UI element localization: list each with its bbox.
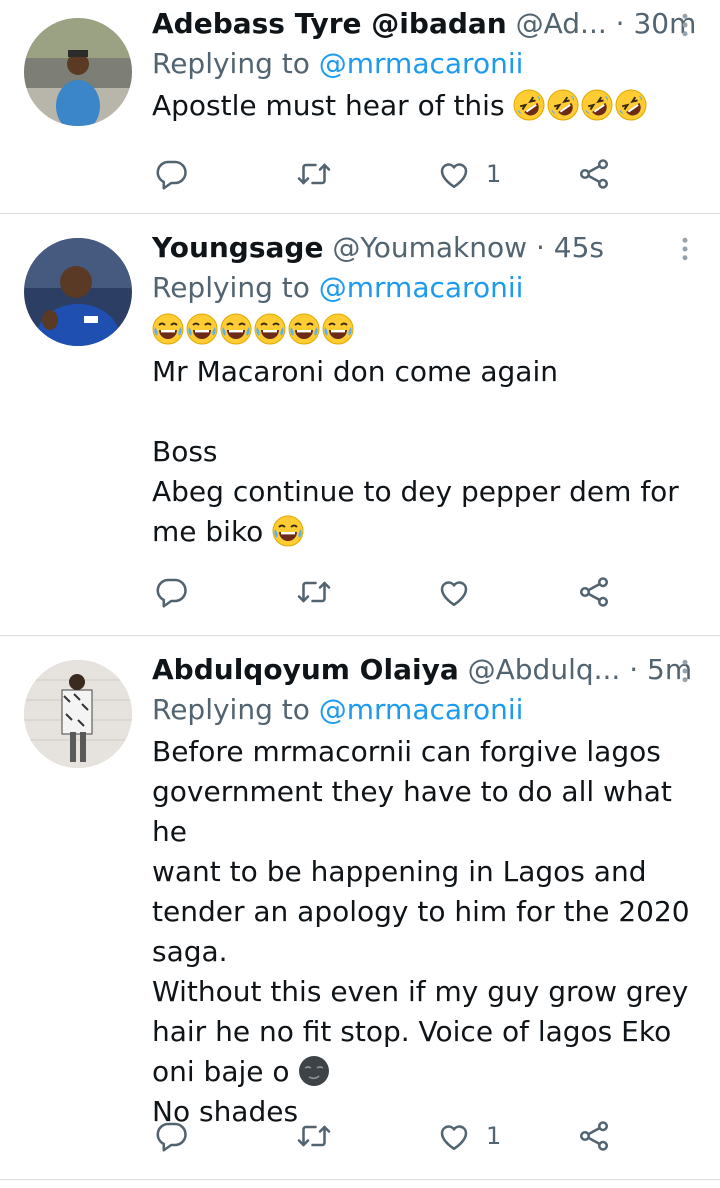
like-icon — [436, 156, 472, 192]
reply-button[interactable] — [154, 154, 190, 194]
replying-to: Replying to @mrmacaronii — [152, 268, 700, 308]
reply-icon — [154, 156, 190, 192]
like-button[interactable]: 1 — [436, 154, 501, 194]
tweet-emoji-line — [152, 310, 700, 350]
like-count: 1 — [486, 1122, 502, 1150]
more-options-icon[interactable] — [670, 10, 700, 40]
face-with-tears-of-joy-icon — [186, 313, 218, 345]
like-count: 1 — [486, 160, 502, 188]
share-button[interactable] — [576, 154, 612, 194]
more-options-icon[interactable] — [670, 234, 700, 264]
replying-prefix: Replying to — [152, 693, 319, 726]
retweet-button[interactable] — [296, 572, 332, 612]
retweet-button[interactable] — [296, 154, 332, 194]
tweet-actions — [152, 572, 622, 612]
user-handle[interactable]: @Abdulq... — [468, 653, 621, 686]
share-icon — [576, 574, 612, 610]
avatar[interactable] — [24, 18, 132, 126]
retweet-button[interactable] — [296, 1116, 332, 1156]
replies-feed: Adebass Tyre @ibadan @Ad... · 30m Replyi… — [0, 0, 720, 1180]
more-options-icon[interactable] — [670, 656, 700, 686]
retweet-icon — [296, 1118, 332, 1154]
display-name[interactable]: Youngsage — [152, 231, 323, 264]
tweet-text-content: Mr Macaroni don come again Boss Abeg con… — [152, 355, 679, 548]
retweet-icon — [296, 574, 332, 610]
face-with-tears-of-joy-icon — [272, 515, 304, 547]
replying-to-handle[interactable]: @mrmacaronii — [319, 47, 524, 80]
share-button[interactable] — [576, 1116, 612, 1156]
share-icon — [576, 156, 612, 192]
like-button[interactable]: 1 — [436, 1116, 501, 1156]
tweet-text: Before mrmacornii can forgive lagos gove… — [152, 732, 700, 1132]
reply-tweet[interactable]: Abdulqoyum Olaiya @Abdulq... · 5m Replyi… — [0, 636, 720, 1180]
retweet-icon — [296, 156, 332, 192]
reply-icon — [154, 574, 190, 610]
like-icon — [436, 574, 472, 610]
replying-to: Replying to @mrmacaronii — [152, 44, 700, 84]
display-name[interactable]: Abdulqoyum Olaiya — [152, 653, 459, 686]
reply-button[interactable] — [154, 1116, 190, 1156]
tweet-header: Adebass Tyre @ibadan @Ad... · 30m — [152, 6, 700, 42]
face-with-tears-of-joy-icon — [254, 313, 286, 345]
reply-tweet[interactable]: Adebass Tyre @ibadan @Ad... · 30m Replyi… — [0, 0, 720, 214]
avatar[interactable] — [24, 238, 132, 346]
replying-prefix: Replying to — [152, 47, 319, 80]
display-name[interactable]: Adebass Tyre @ibadan — [152, 7, 507, 40]
like-button[interactable] — [436, 572, 486, 612]
share-button[interactable] — [576, 572, 612, 612]
face-with-tears-of-joy-icon — [322, 313, 354, 345]
new-moon-face-icon — [298, 1055, 330, 1087]
rolling-on-floor-laughing-icon — [581, 89, 613, 121]
rolling-on-floor-laughing-icon — [615, 89, 647, 121]
tweet-actions: 1 — [152, 154, 622, 194]
face-with-tears-of-joy-icon — [288, 313, 320, 345]
user-handle[interactable]: @Youmaknow — [332, 231, 527, 264]
avatar[interactable] — [24, 660, 132, 768]
reply-tweet[interactable]: Youngsage @Youmaknow · 45s Replying to @… — [0, 214, 720, 636]
face-with-tears-of-joy-icon — [152, 313, 184, 345]
like-icon — [436, 1118, 472, 1154]
tweet-text-content: Apostle must hear of this — [152, 89, 505, 122]
replying-prefix: Replying to — [152, 271, 319, 304]
reply-icon — [154, 1118, 190, 1154]
reply-button[interactable] — [154, 572, 190, 612]
replying-to-handle[interactable]: @mrmacaronii — [319, 693, 524, 726]
share-icon — [576, 1118, 612, 1154]
replying-to-handle[interactable]: @mrmacaronii — [319, 271, 524, 304]
tweet-header: Youngsage @Youmaknow · 45s — [152, 230, 700, 266]
tweet-text-content: Before mrmacornii can forgive lagos gove… — [152, 735, 690, 1088]
tweet-header: Abdulqoyum Olaiya @Abdulq... · 5m — [152, 652, 700, 688]
face-with-tears-of-joy-icon — [220, 313, 252, 345]
tweet-actions: 1 — [152, 1116, 622, 1156]
tweet-text: Mr Macaroni don come again Boss Abeg con… — [152, 352, 700, 552]
rolling-on-floor-laughing-icon — [513, 89, 545, 121]
user-handle[interactable]: @Ad... — [516, 7, 607, 40]
replying-to: Replying to @mrmacaronii — [152, 690, 700, 730]
rolling-on-floor-laughing-icon — [547, 89, 579, 121]
timestamp[interactable]: · 45s — [536, 231, 604, 264]
tweet-text: Apostle must hear of this — [152, 86, 700, 126]
